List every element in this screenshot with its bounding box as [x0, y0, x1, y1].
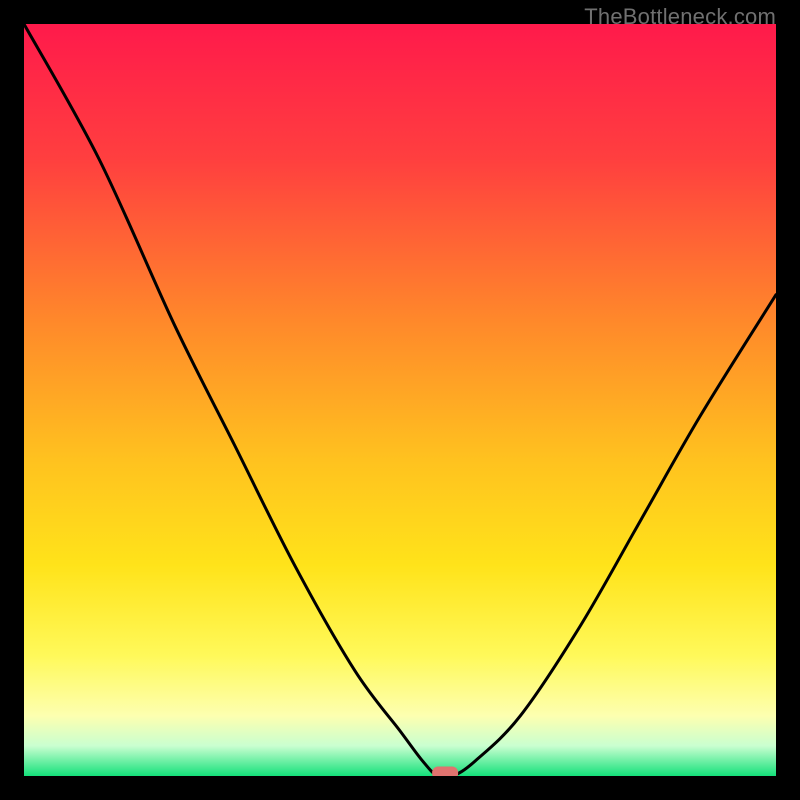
- watermark-text: TheBottleneck.com: [584, 4, 776, 30]
- chart-frame: TheBottleneck.com: [0, 0, 800, 800]
- bottleneck-chart: [24, 24, 776, 776]
- optimal-marker: [432, 767, 458, 777]
- chart-background: [24, 24, 776, 776]
